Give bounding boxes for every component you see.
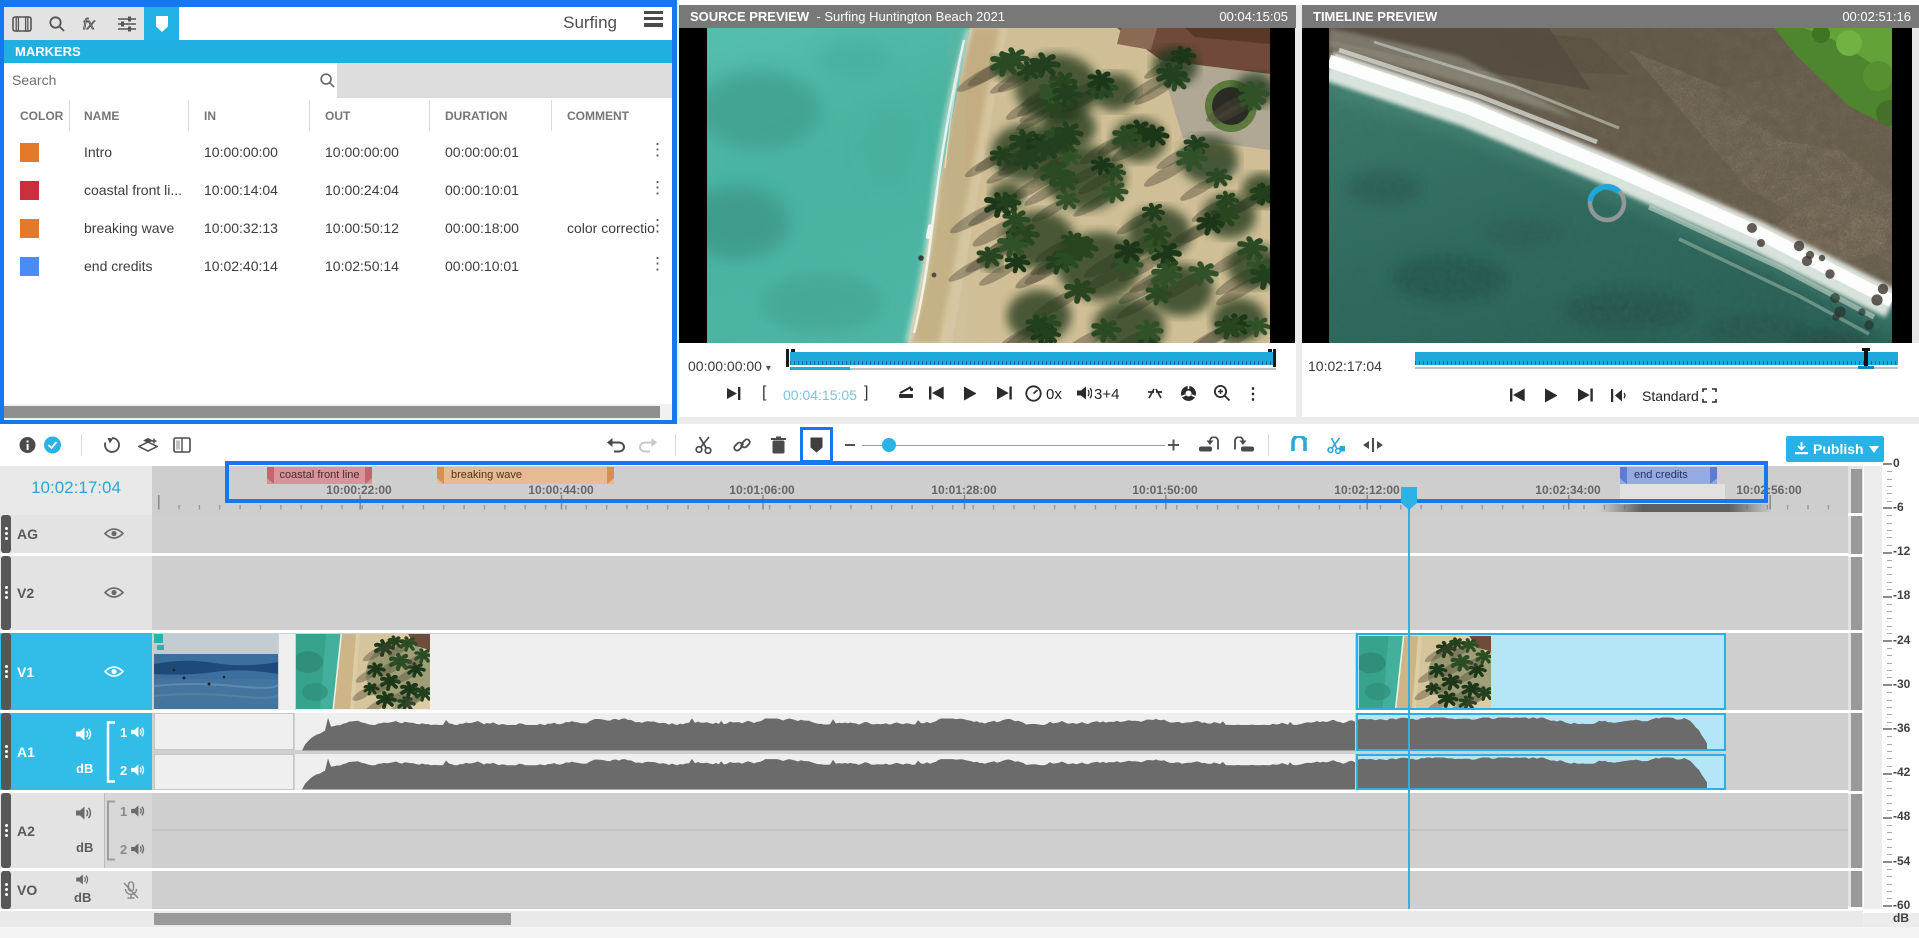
svg-text:fx: fx [83,16,95,33]
